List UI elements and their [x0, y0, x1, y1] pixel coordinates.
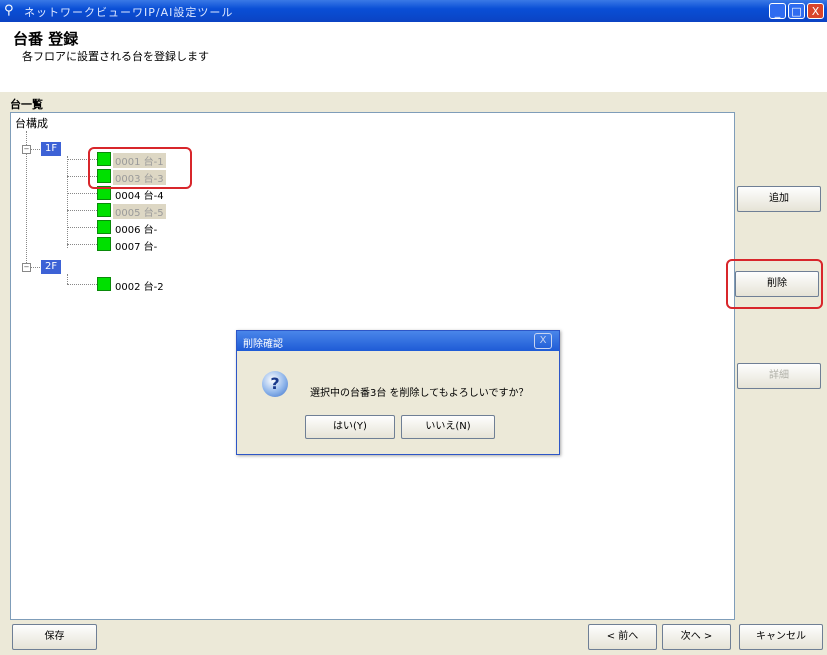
dialog-message: 選択中の台番3台 を削除してもよろしいですか？	[310, 388, 529, 399]
unit-icon	[97, 237, 111, 251]
collapse-icon[interactable]: −	[22, 145, 31, 154]
tree-item-label: 0006 台-	[115, 225, 158, 236]
unit-icon	[97, 220, 111, 234]
minimize-button[interactable]: _	[769, 3, 786, 19]
save-button[interactable]: 保存	[12, 624, 97, 650]
yes-button[interactable]: はい(Y)	[305, 415, 395, 439]
window-title: ネットワークビューワIP/AI設定ツール	[24, 6, 234, 19]
highlight-selected-items	[88, 147, 192, 189]
tree-line	[67, 244, 97, 245]
page-header: 台番 登録 各フロアに設置される台を登録します	[0, 22, 827, 92]
question-icon: ?	[262, 371, 288, 397]
tree-line	[67, 156, 68, 248]
unit-icon	[97, 277, 111, 291]
page-subtitle: 各フロアに設置される台を登録します	[22, 50, 209, 63]
dialog-title: 削除確認	[243, 339, 283, 350]
tree-line	[67, 193, 97, 194]
tree-item-label: 0007 台-	[115, 242, 158, 253]
next-button[interactable]: 次へ >	[662, 624, 731, 650]
maximize-button[interactable]: □	[788, 3, 805, 19]
floor-1f[interactable]: 1F	[41, 142, 62, 156]
close-button[interactable]: X	[807, 3, 824, 19]
tree-item-label: 0002 台-2	[115, 282, 164, 293]
dialog-titlebar: 削除確認 X	[237, 331, 559, 351]
app-icon: ⚲	[4, 3, 14, 18]
tree-line	[67, 274, 68, 284]
delete-confirm-dialog: 削除確認 X ? 選択中の台番3台 を削除してもよろしいですか？ はい(Y) い…	[236, 330, 560, 455]
tree-item-label: 0005 台-5	[113, 204, 166, 219]
tree-item-label: 0004 台-4	[115, 191, 164, 202]
no-button[interactable]: いいえ(N)	[401, 415, 495, 439]
unit-icon	[97, 203, 111, 217]
detail-button[interactable]: 詳細	[737, 363, 821, 389]
add-button[interactable]: 追加	[737, 186, 821, 212]
page-title: 台番 登録	[13, 30, 79, 48]
dialog-close-button[interactable]: X	[534, 333, 552, 349]
cancel-button[interactable]: キャンセル	[739, 624, 823, 650]
delete-button[interactable]: 削除	[735, 271, 819, 297]
tree-line	[67, 284, 97, 285]
tree-line	[67, 227, 97, 228]
tree-root-label: 台構成	[15, 117, 48, 130]
floor-2f[interactable]: 2F	[41, 260, 62, 274]
prev-button[interactable]: < 前へ	[588, 624, 657, 650]
title-bar: ⚲ ネットワークビューワIP/AI設定ツール _ □ X	[0, 0, 827, 22]
collapse-icon[interactable]: −	[22, 263, 31, 272]
tree-line	[67, 210, 97, 211]
list-label: 台一覧	[10, 98, 43, 111]
